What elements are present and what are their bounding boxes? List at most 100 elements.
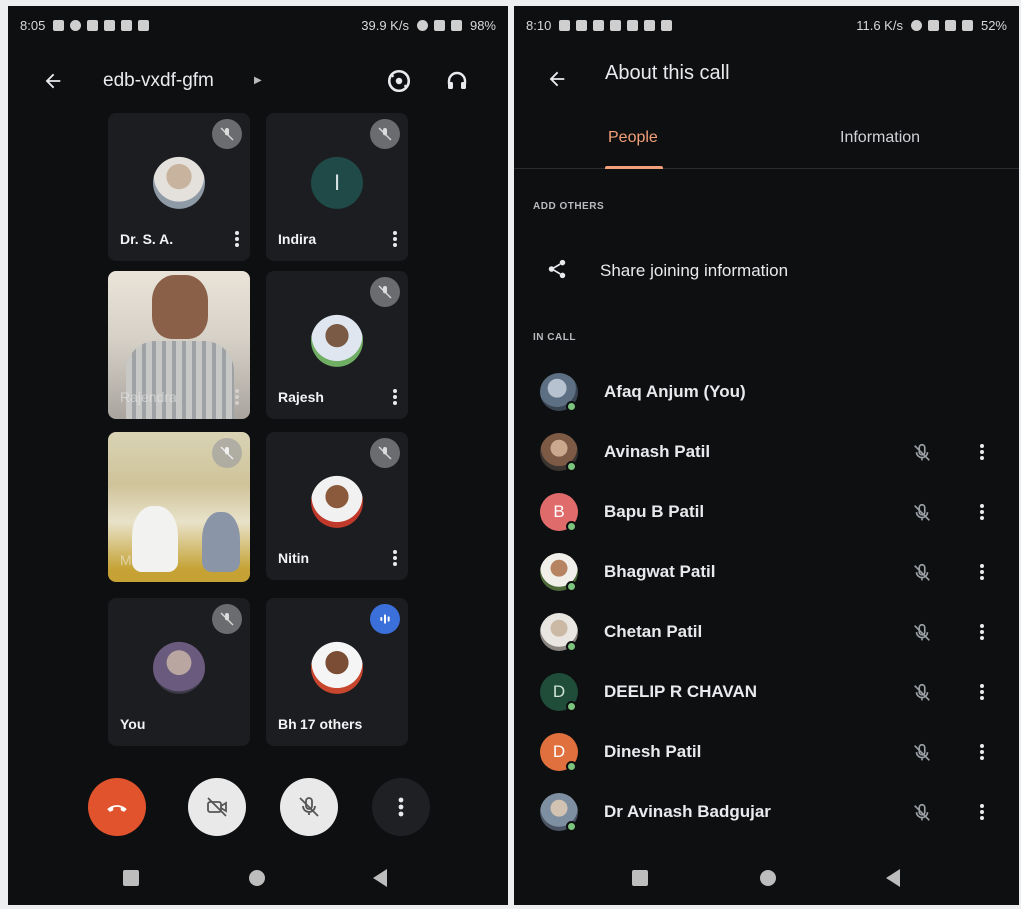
self-tile[interactable]: You (108, 598, 250, 746)
avatar: I (311, 156, 363, 209)
participant-row[interactable]: Chetan Patil (514, 604, 1019, 660)
more-options-icon[interactable] (978, 802, 986, 824)
status-bar: 8:10 11.6 K/s 52% (526, 16, 1007, 34)
mic-off-icon (908, 679, 936, 707)
signal-icons (910, 19, 973, 31)
audio-wave-icon (370, 604, 400, 634)
participant-name: Indira (278, 231, 317, 247)
others-tile[interactable]: Bh 17 others (266, 598, 408, 746)
back-icon[interactable] (886, 869, 900, 887)
status-time: 8:10 (526, 17, 552, 33)
participant-tile[interactable]: Nitin (266, 432, 408, 580)
participant-name: Nitin (278, 550, 310, 566)
battery-level: 52% (980, 17, 1007, 33)
avatar (311, 641, 363, 694)
others-count: 17 others (300, 716, 363, 732)
more-options-icon[interactable] (978, 502, 986, 524)
status-bar: 8:05 39.9 K/s 98% (20, 16, 496, 34)
system-nav-bar (8, 865, 508, 891)
system-nav-bar (514, 865, 1019, 891)
more-options-button[interactable] (372, 778, 430, 836)
participant-tile[interactable]: I Indira (266, 113, 408, 261)
more-options-icon[interactable] (978, 442, 986, 464)
mic-off-icon (908, 799, 936, 827)
video-feed (202, 512, 240, 572)
online-indicator (566, 521, 577, 532)
participant-name: You (120, 716, 146, 732)
participant-row[interactable]: B Bapu B Patil (514, 484, 1019, 540)
back-arrow-icon[interactable] (542, 64, 572, 94)
video-feed (152, 275, 208, 339)
participant-name: Rajesh (278, 389, 324, 405)
participant-name: Chetan Patil (604, 622, 703, 641)
participant-row[interactable]: D Dinesh Patil (514, 724, 1019, 780)
camera-off-button[interactable] (188, 778, 246, 836)
switch-camera-icon[interactable] (384, 66, 414, 96)
more-options-icon[interactable] (234, 229, 240, 249)
participant-video-tile[interactable]: Rajendra (108, 271, 250, 419)
home-icon[interactable] (760, 870, 776, 886)
participant-tile[interactable]: Rajesh (266, 271, 408, 419)
avatar (311, 475, 363, 528)
end-call-button[interactable] (88, 778, 146, 836)
participant-name: DEELIP R CHAVAN (604, 682, 758, 701)
participant-row[interactable]: Afaq Anjum (You) (514, 364, 1019, 420)
participant-row[interactable]: Dr Avinash Badgujar (514, 784, 1019, 840)
participant-name: Bapu B Patil (604, 502, 705, 521)
mic-off-button[interactable] (280, 778, 338, 836)
more-options-icon[interactable] (234, 387, 240, 407)
online-indicator (566, 761, 577, 772)
network-speed: 39.9 K/s (361, 17, 409, 33)
more-options-icon[interactable] (392, 387, 398, 407)
more-options-icon[interactable] (392, 548, 398, 568)
home-icon[interactable] (249, 870, 265, 886)
participant-row[interactable]: Bhagwat Patil (514, 544, 1019, 600)
headphones-icon[interactable] (442, 66, 472, 96)
more-options-icon[interactable] (978, 742, 986, 764)
online-indicator (566, 581, 577, 592)
participant-name: Afaq Anjum (You) (604, 382, 746, 401)
tab-information[interactable]: Information (840, 129, 920, 147)
notification-icons (559, 19, 673, 31)
notification-icons (53, 19, 150, 31)
back-icon[interactable] (373, 869, 387, 887)
more-options-icon[interactable] (978, 682, 986, 704)
online-indicator (566, 701, 577, 712)
status-time: 8:05 (20, 17, 46, 33)
mic-off-icon (908, 559, 936, 587)
participant-row[interactable]: D DEELIP R CHAVAN (514, 664, 1019, 720)
share-icon (544, 256, 570, 282)
tab-bar: People Information (514, 121, 1019, 169)
online-indicator (566, 641, 577, 652)
share-joining-info-button[interactable]: Share joining information (514, 244, 1019, 296)
more-options-icon[interactable] (978, 562, 986, 584)
online-indicator (566, 821, 577, 832)
participant-name: Dinesh Patil (604, 742, 702, 761)
recents-icon[interactable] (632, 870, 648, 886)
share-label: Share joining information (600, 261, 789, 280)
mic-off-icon (908, 619, 936, 647)
participant-tile[interactable]: Dr. S. A. (108, 113, 250, 261)
meeting-code[interactable]: edb-vxdf-gfm (103, 70, 214, 92)
mic-off-icon (908, 439, 936, 467)
recents-icon[interactable] (123, 870, 139, 886)
mic-off-icon (370, 277, 400, 307)
avatar (311, 314, 363, 367)
about-call-screen: 8:10 11.6 K/s 52% About this call People… (514, 6, 1019, 905)
participant-video-tile[interactable]: Mahesh (108, 432, 250, 582)
chevron-right-icon[interactable]: ▶ (254, 75, 262, 86)
participant-row[interactable]: Avinash Patil (514, 424, 1019, 480)
mic-off-icon (370, 119, 400, 149)
participant-name: Bhagwat Patil (604, 562, 716, 581)
page-title: About this call (605, 62, 730, 84)
participant-name: Dr. S. A. (120, 231, 174, 247)
more-options-icon[interactable] (978, 622, 986, 644)
tab-people[interactable]: People (608, 129, 658, 147)
participant-name: Avinash Patil (604, 442, 711, 461)
mic-off-icon (908, 499, 936, 527)
video-feed (126, 341, 234, 419)
back-arrow-icon[interactable] (38, 66, 68, 96)
more-options-icon[interactable] (392, 229, 398, 249)
online-indicator (566, 401, 577, 412)
meeting-screen: 8:05 39.9 K/s 98% edb-vxdf-gfm ▶ Dr. S. … (8, 6, 508, 905)
